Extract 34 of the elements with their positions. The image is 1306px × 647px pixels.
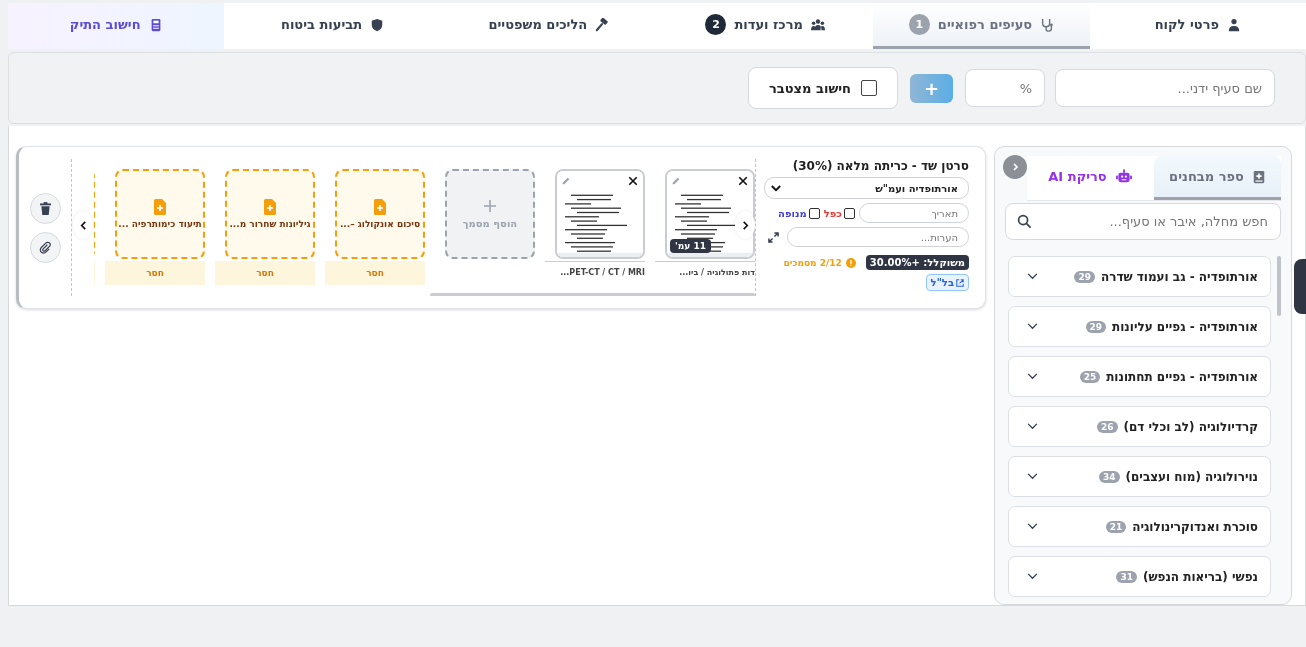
- sidebar-tab[interactable]: ספר מבחנים: [1154, 156, 1281, 200]
- count-badge: 21: [1105, 520, 1127, 533]
- weighted-badge: משוקלל: +30.00%: [865, 255, 969, 270]
- page-count-badge: 11 עמ': [670, 239, 711, 253]
- missing-status: חסר: [105, 261, 205, 285]
- missing-document-tile[interactable]: סיכום אונקולוג –...: [335, 169, 425, 259]
- count-badge: 29: [1085, 320, 1107, 333]
- notes-field[interactable]: הערות...: [787, 227, 969, 247]
- count-badge: 2: [705, 14, 727, 35]
- document-caption: דות פתולוגיה / ביו...: [655, 261, 755, 277]
- search-field[interactable]: חפש מחלה, איבר או סעיף...: [1005, 203, 1281, 240]
- document-caption: PET-CT / CT / MRI...: [545, 261, 645, 277]
- category-select[interactable]: אורתופדיה ועמ"ש: [764, 177, 969, 199]
- date-field[interactable]: תאריך: [859, 203, 969, 223]
- missing-document-tile[interactable]: תיעוד כימותרפיה ...: [115, 169, 205, 259]
- input-field[interactable]: שם סעיף ידני...: [1055, 69, 1275, 107]
- percent-field[interactable]: %: [965, 69, 1045, 107]
- count-badge: 25: [1079, 370, 1101, 383]
- checkbox-label: מנופה: [778, 207, 807, 219]
- document-count: 2/12 מסמכים: [783, 257, 842, 268]
- item-title: סרטן שד - כריתה מלאה (30%): [791, 159, 969, 173]
- missing-document-tile[interactable]: גיליונות שחרור מ...: [225, 169, 315, 259]
- count-badge: 1: [908, 14, 930, 35]
- link-button[interactable]: בל"ל: [925, 274, 969, 291]
- missing-status: חסר: [325, 261, 425, 285]
- checkbox-label: כפל: [823, 207, 842, 219]
- count-badge: 29: [1074, 270, 1095, 283]
- tab[interactable]: חישוב התיק: [8, 3, 225, 49]
- document-thumbnail[interactable]: 11 עמ': [665, 169, 755, 259]
- count-badge: 26: [1097, 420, 1118, 433]
- count-badge: 31: [1116, 570, 1137, 583]
- count-badge: 34: [1099, 470, 1120, 483]
- checkbox-button[interactable]: חישוב מצטבר: [748, 67, 898, 109]
- missing-status: חסר: [215, 261, 315, 285]
